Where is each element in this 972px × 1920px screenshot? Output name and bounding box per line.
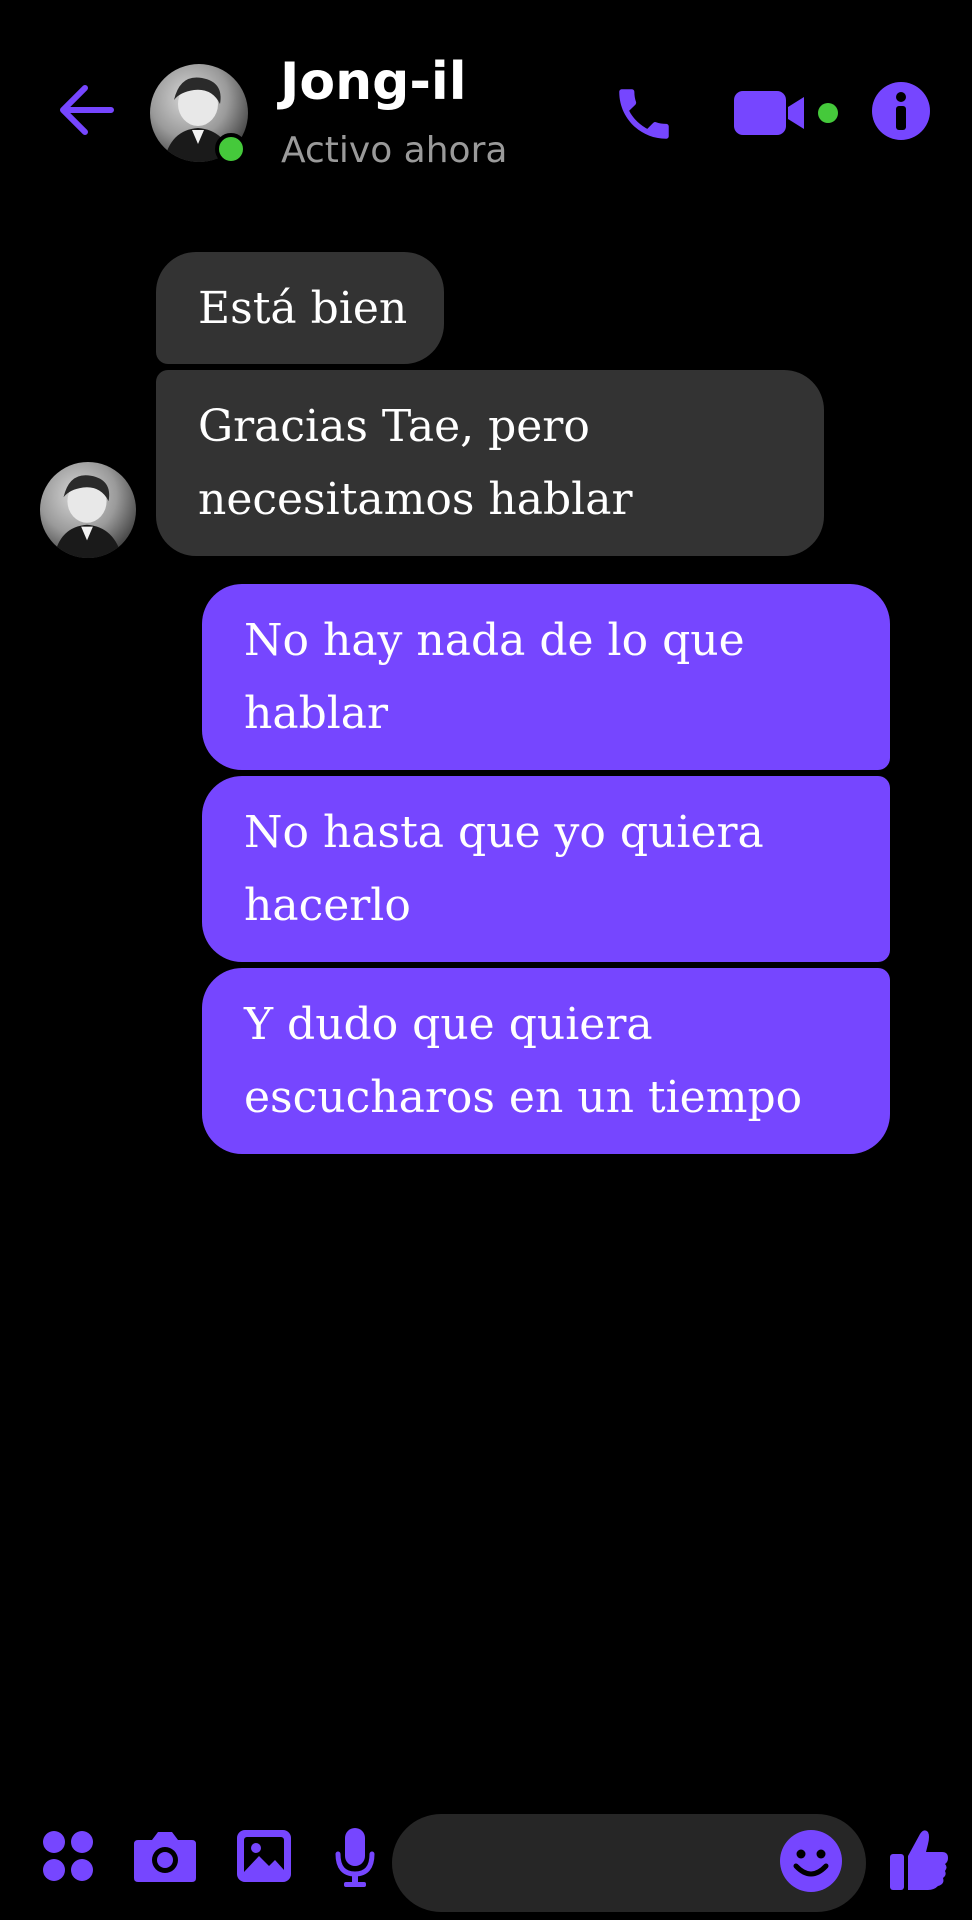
- sender-avatar[interactable]: [40, 462, 136, 558]
- image-icon: [235, 1828, 293, 1888]
- contact-name[interactable]: Jong-il: [280, 52, 467, 112]
- voice-call-button[interactable]: [604, 76, 684, 156]
- apps-button[interactable]: [36, 1826, 100, 1890]
- arrow-left-icon: [55, 82, 115, 142]
- info-icon: [870, 80, 932, 146]
- outgoing-message[interactable]: No hay nada de lo que hablar: [202, 584, 890, 770]
- video-call-button[interactable]: [730, 80, 840, 150]
- incoming-message[interactable]: Gracias Tae, pero necesitamos hablar: [156, 370, 824, 556]
- back-button[interactable]: [40, 72, 130, 152]
- info-button[interactable]: [868, 80, 934, 146]
- voice-message-button[interactable]: [330, 1824, 380, 1894]
- camera-button[interactable]: [130, 1826, 200, 1890]
- emoji-button[interactable]: [776, 1828, 846, 1898]
- incoming-message[interactable]: Está bien: [156, 252, 444, 364]
- outgoing-message[interactable]: No hasta que yo quiera hacerlo: [202, 776, 890, 962]
- phone-icon: [611, 81, 677, 151]
- thumbs-up-icon: [888, 1826, 950, 1896]
- active-status: Activo ahora: [281, 130, 508, 171]
- camera-icon: [132, 1828, 198, 1888]
- emoji-icon: [778, 1828, 844, 1898]
- gallery-button[interactable]: [232, 1826, 296, 1890]
- outgoing-message[interactable]: Y dudo que quiera escucharos en un tiemp…: [202, 968, 890, 1154]
- online-status-dot: [215, 133, 247, 165]
- video-camera-icon: [730, 85, 840, 145]
- microphone-icon: [334, 1826, 376, 1892]
- apps-icon: [40, 1828, 96, 1888]
- like-button[interactable]: [886, 1826, 952, 1896]
